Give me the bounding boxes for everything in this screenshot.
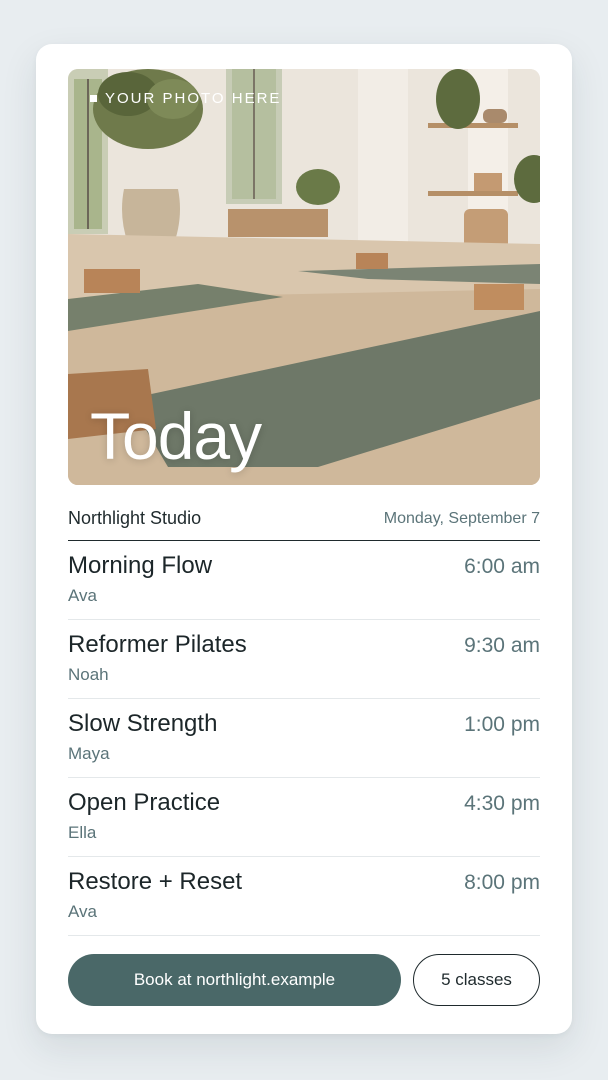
class-name: Slow Strength bbox=[68, 710, 218, 737]
class-name: Open Practice bbox=[68, 789, 221, 816]
class-teacher: Ava bbox=[68, 586, 97, 605]
class-teacher: Noah bbox=[68, 665, 109, 684]
book-button[interactable]: Book at northlight.example bbox=[68, 954, 401, 1006]
list-item[interactable]: Slow Strength Maya 1:00 pm bbox=[68, 699, 540, 778]
class-time: 8:00 pm bbox=[464, 871, 540, 894]
hero-photo: YOUR PHOTO HERE Today bbox=[68, 69, 540, 485]
class-name: Restore + Reset bbox=[68, 868, 243, 895]
list-item[interactable]: Morning Flow Ava 6:00 am bbox=[68, 541, 540, 620]
list-item[interactable]: Restore + Reset Ava 8:00 pm bbox=[68, 857, 540, 936]
schedule-card: YOUR PHOTO HERE Today Northlight Studio … bbox=[36, 44, 572, 1034]
list-item[interactable]: Reformer Pilates Noah 9:30 am bbox=[68, 620, 540, 699]
list-item[interactable]: Open Practice Ella 4:30 pm bbox=[68, 778, 540, 857]
class-teacher: Maya bbox=[68, 744, 110, 763]
studio-name: Northlight Studio bbox=[68, 508, 202, 528]
photo-placeholder-label: YOUR PHOTO HERE bbox=[90, 90, 281, 107]
class-time: 4:30 pm bbox=[464, 792, 540, 815]
class-name: Morning Flow bbox=[68, 552, 213, 579]
photo-placeholder-text: YOUR PHOTO HERE bbox=[105, 90, 282, 107]
class-teacher: Ava bbox=[68, 902, 97, 921]
schedule-date: Monday, September 7 bbox=[383, 510, 540, 527]
class-time: 9:30 am bbox=[464, 634, 540, 657]
schedule-header: Northlight Studio Monday, September 7 bbox=[68, 506, 540, 541]
class-teacher: Ella bbox=[68, 823, 97, 842]
page-title: Today bbox=[90, 399, 262, 473]
class-time: 1:00 pm bbox=[464, 713, 540, 736]
class-count-button[interactable]: 5 classes bbox=[413, 954, 540, 1006]
class-name: Reformer Pilates bbox=[68, 631, 247, 658]
square-icon bbox=[90, 95, 97, 102]
class-list: Morning Flow Ava 6:00 am Reformer Pilate… bbox=[68, 541, 540, 936]
class-time: 6:00 am bbox=[464, 555, 540, 578]
